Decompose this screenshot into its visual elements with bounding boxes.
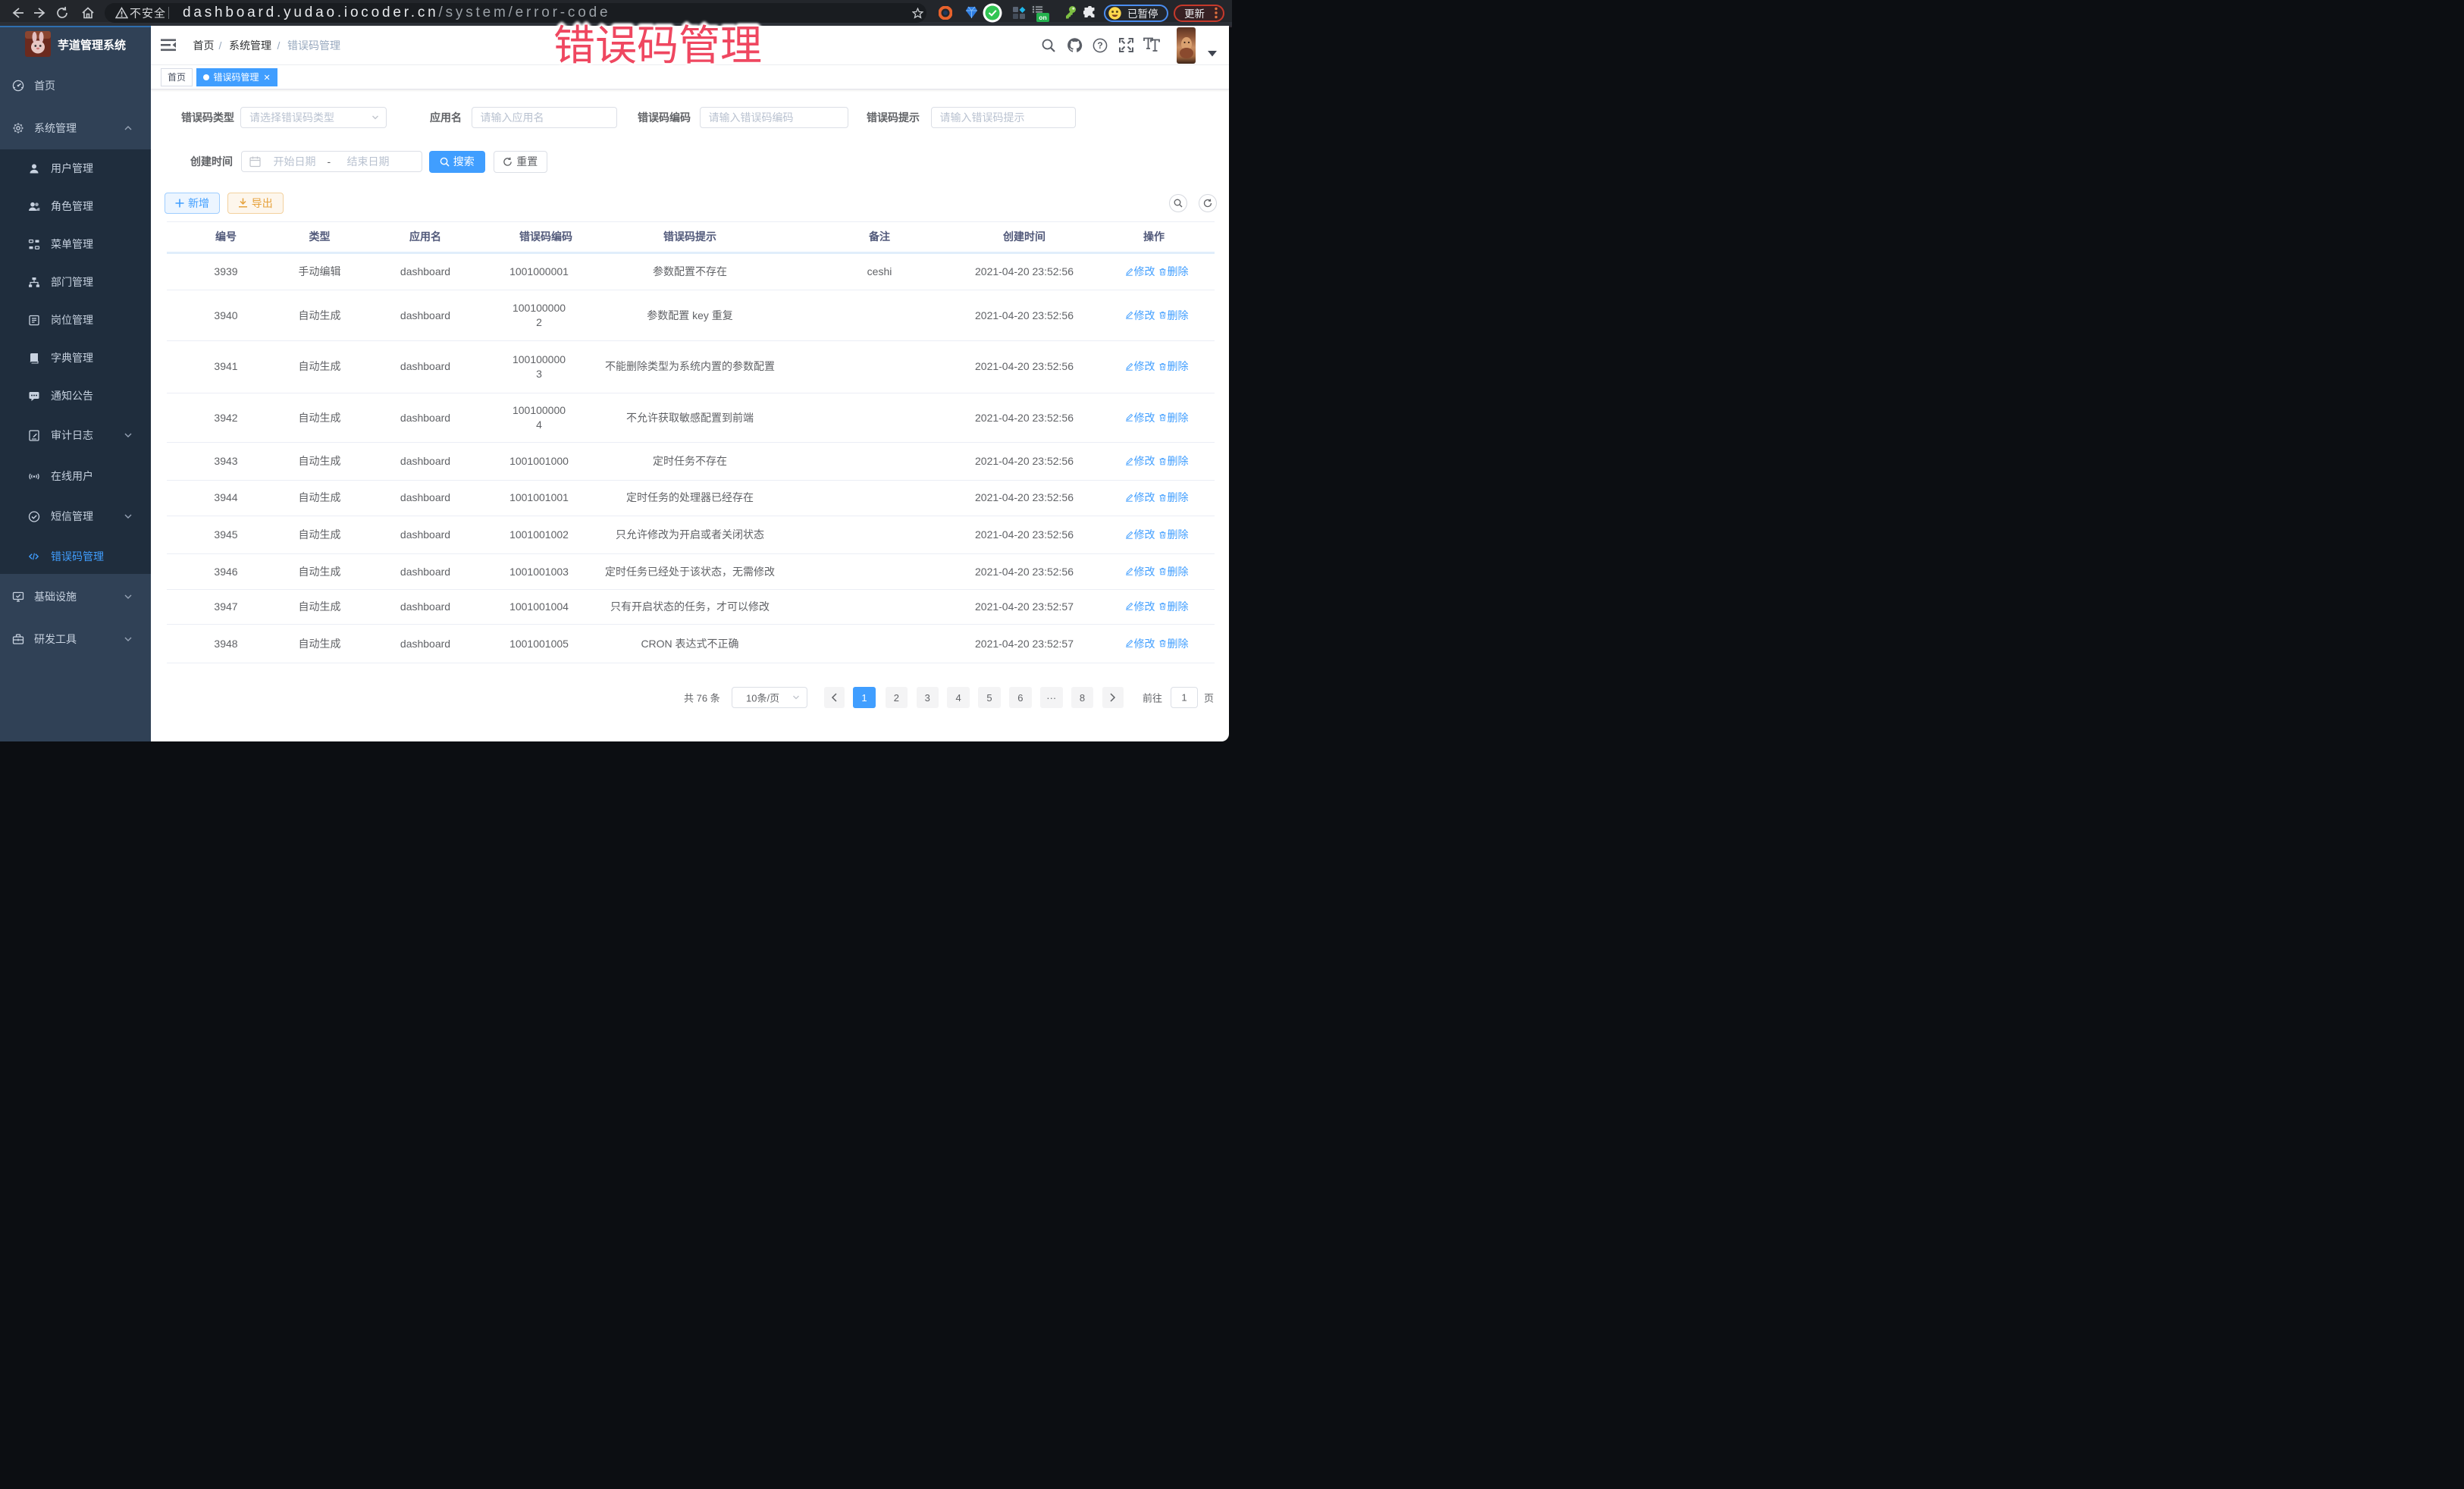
svg-text:on: on	[1039, 14, 1046, 21]
svg-text:?: ?	[1097, 40, 1102, 51]
